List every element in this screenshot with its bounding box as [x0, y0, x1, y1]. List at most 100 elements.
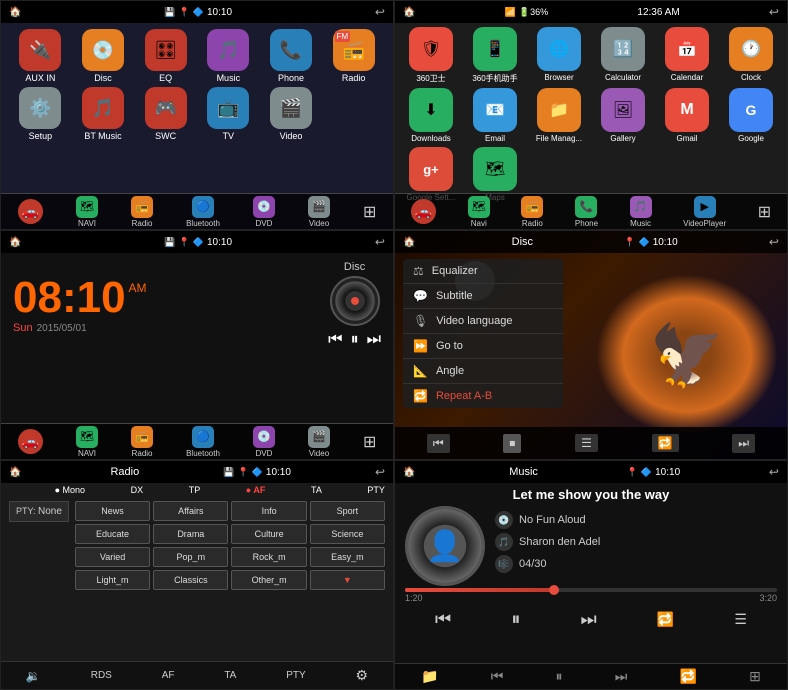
pty-light[interactable]: Light_m [75, 570, 150, 590]
app-email[interactable]: 📧Email [465, 88, 525, 143]
home-icon-3[interactable]: 🏠 [9, 237, 21, 248]
pty-rock[interactable]: Rock_m [231, 547, 306, 567]
music-footer-pause[interactable]: ⏸ [556, 668, 563, 685]
folder-icon[interactable]: 📁 [421, 668, 438, 685]
app-360-guard[interactable]: 🛡360卫士 [401, 27, 461, 84]
pause-button[interactable]: ⏸ [351, 331, 359, 349]
pty-science[interactable]: Science [310, 524, 385, 544]
clock-grid-icon[interactable]: ⊞ [363, 432, 376, 452]
music-footer-prev[interactable]: ⏮ [491, 668, 504, 685]
progress-handle[interactable] [549, 585, 559, 595]
app-eq[interactable]: 🎛 EQ [136, 29, 195, 83]
car-home-button-2[interactable]: 🚗 [411, 199, 436, 224]
pty-educate[interactable]: Educate [75, 524, 150, 544]
app-video[interactable]: 🎬 Video [262, 87, 321, 141]
home-icon-6[interactable]: 🏠 [403, 467, 415, 478]
pty-affairs[interactable]: Affairs [153, 501, 228, 521]
app-aux-in[interactable]: 🔌 AUX IN [11, 29, 70, 83]
prev-button[interactable]: ⏮ [328, 331, 342, 349]
pty-news[interactable]: News [75, 501, 150, 521]
back-icon-5[interactable]: ↩ [375, 465, 385, 479]
pty-culture[interactable]: Culture [231, 524, 306, 544]
next-button[interactable]: ⏭ [367, 331, 381, 349]
app-disc[interactable]: 💿 Disc [74, 29, 133, 83]
app-browser[interactable]: 🌐Browser [529, 27, 589, 84]
music-footer-menu[interactable]: ⊞ [749, 668, 761, 685]
clock-nav-video[interactable]: 🎬Video [308, 426, 330, 458]
prev-track-btn[interactable]: ⏮ [427, 434, 450, 453]
app-radio[interactable]: FM📻 Radio [324, 29, 383, 83]
app-file-manager[interactable]: 📁File Manag... [529, 88, 589, 143]
pty-button[interactable]: PTY [286, 670, 305, 681]
clock-nav-navi[interactable]: 🗺NAVI [76, 426, 98, 458]
progress-track[interactable] [405, 588, 777, 592]
app-clock[interactable]: 🕐Clock [721, 27, 781, 84]
app-phone[interactable]: 📞 Phone [262, 29, 321, 83]
app-swc[interactable]: 🎮 SWC [136, 87, 195, 141]
clock-nav-dvd[interactable]: 💿DVD [253, 426, 275, 458]
android-nav-phone[interactable]: 📞Phone [575, 196, 598, 228]
pty-other[interactable]: Other_m [231, 570, 306, 590]
stop-btn[interactable]: ⏹ [503, 434, 521, 453]
app-gmail[interactable]: MGmail [657, 88, 717, 143]
nav-radio[interactable]: 📻 Radio [131, 196, 153, 228]
android-nav-video[interactable]: ▶VideoPlayer [683, 196, 726, 228]
car-home-button[interactable]: 🚗 [18, 199, 43, 224]
menu-subtitle[interactable]: 💬 Subtitle [403, 284, 563, 309]
music-footer-repeat[interactable]: 🔁 [680, 668, 697, 685]
app-360-assistant[interactable]: 📱360手机助手 [465, 27, 525, 84]
music-repeat-btn[interactable]: 🔁 [657, 611, 674, 628]
android-nav-radio[interactable]: 📻Radio [521, 196, 543, 228]
home-icon-5[interactable]: 🏠 [9, 467, 21, 478]
app-gallery[interactable]: 🖼Gallery [593, 88, 653, 143]
back-icon-6[interactable]: ↩ [769, 465, 779, 479]
af-button[interactable]: AF [162, 670, 175, 681]
app-calculator[interactable]: 🔢Calculator [593, 27, 653, 84]
nav-dvd[interactable]: 💿 DVD [253, 196, 275, 228]
pty-scroll-down[interactable]: ▼ [310, 570, 385, 590]
menu-repeat-ab[interactable]: 🔁 Repeat A-B [403, 384, 563, 408]
menu-video-language[interactable]: 🎙 Video language [403, 309, 563, 334]
pty-info[interactable]: Info [231, 501, 306, 521]
android-nav-navi[interactable]: 🗺Navi [468, 196, 490, 228]
pty-drama[interactable]: Drama [153, 524, 228, 544]
app-tv[interactable]: 📺 TV [199, 87, 258, 141]
nav-bluetooth[interactable]: 🔵 Bluetooth [186, 196, 220, 228]
pty-classics[interactable]: Classics [153, 570, 228, 590]
pty-pop[interactable]: Pop_m [153, 547, 228, 567]
app-setup[interactable]: ⚙️ Setup [11, 87, 70, 141]
back-icon[interactable]: ↩ [375, 5, 385, 19]
menu-equalizer[interactable]: ⚖ Equalizer [403, 259, 563, 284]
app-music[interactable]: 🎵 Music [199, 29, 258, 83]
home-icon-2[interactable]: 🏠 [403, 7, 415, 18]
music-pause-btn[interactable]: ⏸ [511, 609, 520, 630]
next-track-btn-2[interactable]: ⏭ [732, 434, 755, 453]
pty-easy[interactable]: Easy_m [310, 547, 385, 567]
app-downloads[interactable]: ⬇Downloads [401, 88, 461, 143]
clock-nav-bluetooth[interactable]: 🔵Bluetooth [186, 426, 220, 458]
pty-varied[interactable]: Varied [75, 547, 150, 567]
car-home-button-3[interactable]: 🚗 [18, 429, 43, 454]
pty-sport[interactable]: Sport [310, 501, 385, 521]
app-bt-music[interactable]: 🎵 BT Music [74, 87, 133, 141]
music-playlist-btn[interactable]: ☰ [734, 611, 747, 628]
vol-down-icon[interactable]: 🔉 [26, 669, 41, 683]
menu-goto[interactable]: ⏩ Go to [403, 334, 563, 359]
app-google[interactable]: GGoogle [721, 88, 781, 143]
app-calendar[interactable]: 📅Calendar [657, 27, 717, 84]
playlist-btn[interactable]: ☰ [575, 434, 598, 452]
home-icon-4[interactable]: 🏠 [403, 237, 415, 248]
android-grid-icon[interactable]: ⊞ [758, 202, 771, 222]
ta-button[interactable]: TA [224, 670, 236, 681]
music-footer-next[interactable]: ⏭ [615, 668, 628, 685]
nav-navi[interactable]: 🗺 NAVI [76, 196, 98, 228]
settings-icon-radio[interactable]: ⚙ [356, 667, 369, 684]
music-prev-btn[interactable]: ⏮ [435, 609, 451, 630]
back-icon-2[interactable]: ↩ [769, 5, 779, 19]
back-icon-3[interactable]: ↩ [375, 235, 385, 249]
music-next-btn[interactable]: ⏭ [580, 609, 596, 630]
repeat-btn[interactable]: 🔁 [652, 434, 679, 452]
home-icon[interactable]: 🏠 [9, 7, 21, 18]
back-icon-4[interactable]: ↩ [769, 235, 779, 249]
clock-nav-radio[interactable]: 📻Radio [131, 426, 153, 458]
